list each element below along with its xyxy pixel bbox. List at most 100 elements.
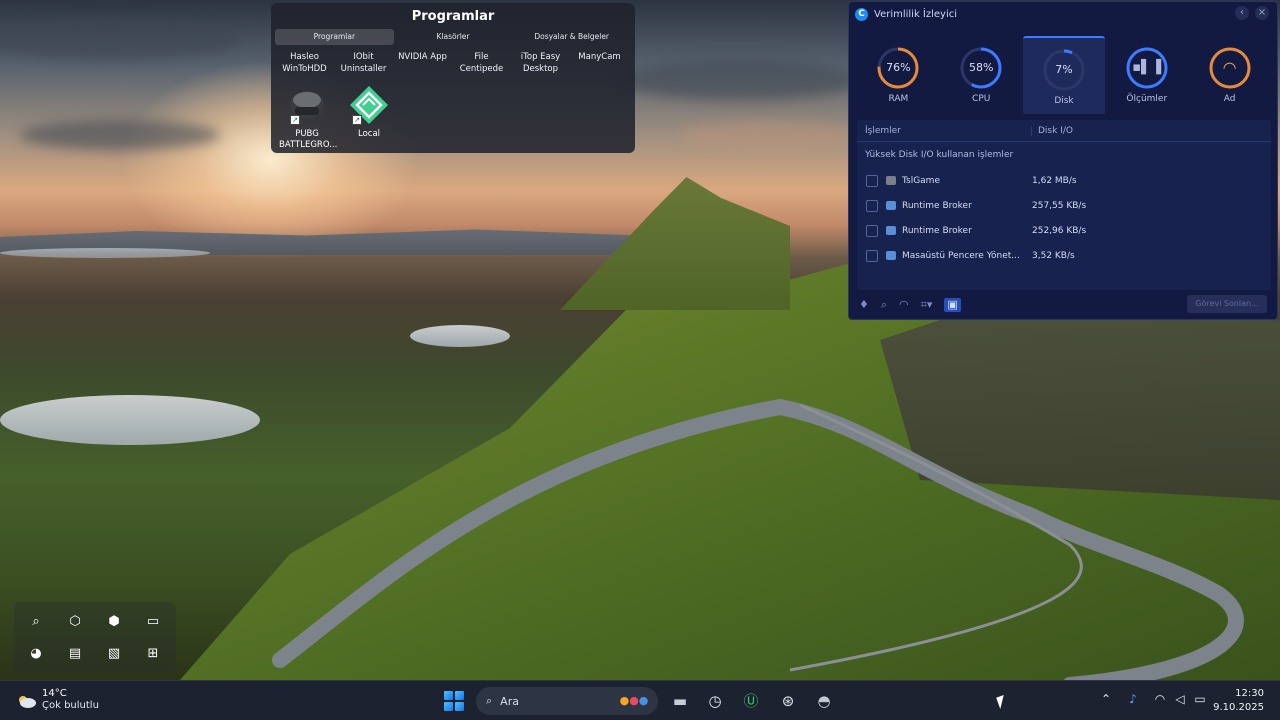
row-checkbox[interactable] bbox=[866, 199, 878, 212]
program-label: File bbox=[474, 52, 489, 62]
search-icon[interactable]: ⌕ bbox=[26, 612, 46, 632]
cloud bbox=[0, 20, 240, 60]
cpu-value: 58% bbox=[968, 61, 994, 74]
weather-widget[interactable]: 14°C Çok bulutlu bbox=[16, 688, 99, 712]
fence-tab-bar: Programlar Klasörler Dosyalar & Belgeler bbox=[275, 29, 631, 45]
ram-gauge: 76% bbox=[876, 46, 920, 90]
winding-road bbox=[272, 398, 1244, 680]
row-checkbox[interactable] bbox=[866, 174, 878, 187]
table-row[interactable]: Runtime Broker 252,96 KB/s bbox=[857, 218, 1271, 243]
crop-icon[interactable]: ⌗▾ bbox=[921, 298, 933, 312]
table-subtitle: Yüksek Disk I/O kullanan işlemler bbox=[865, 150, 1014, 160]
search-icon[interactable]: ⌕ bbox=[881, 298, 887, 312]
program-label: IObit bbox=[353, 52, 374, 62]
shortcut-label: PUBG bbox=[295, 129, 319, 139]
tab-cpu[interactable]: 58% CPU bbox=[940, 36, 1023, 114]
process-name: Masaüstü Pencere Yönet... bbox=[902, 250, 1020, 261]
table-header: İşlemler Disk I/O bbox=[857, 120, 1271, 142]
monitor-titlebar: C Verimlilik İzleyici bbox=[855, 6, 957, 22]
col-disk-io[interactable]: Disk I/O bbox=[1031, 125, 1091, 136]
tab-ad[interactable]: ◠ Ad bbox=[1188, 36, 1271, 114]
battery-icon[interactable]: ▭ bbox=[1192, 692, 1208, 706]
table-row[interactable]: TslGame 1,62 MB/s bbox=[857, 168, 1271, 193]
table-row[interactable]: Runtime Broker 257,55 KB/s bbox=[857, 193, 1271, 218]
disk-gauge: 7% bbox=[1042, 48, 1086, 92]
windows-grid-icon[interactable]: ⊞ bbox=[143, 644, 163, 664]
program-itop-easy-desktop[interactable]: iTop Easy Desktop bbox=[511, 51, 570, 75]
table-row[interactable]: Masaüstü Pencere Yönet... 3,52 KB/s bbox=[857, 243, 1271, 268]
clock-app-icon[interactable]: ◷ bbox=[703, 689, 727, 713]
shortcut-pubg[interactable]: ↗ PUBG BATTLEGRO... bbox=[279, 85, 337, 151]
pin-icon[interactable]: ♦ bbox=[859, 298, 869, 312]
folder-icon[interactable]: ▭ bbox=[143, 612, 163, 632]
cloud bbox=[620, 60, 860, 100]
chevron-up-icon[interactable]: ⌃ bbox=[1098, 692, 1114, 706]
process-name: TslGame bbox=[902, 175, 940, 186]
program-label: ManyCam bbox=[578, 52, 621, 62]
fence-title: Programlar bbox=[411, 9, 495, 24]
row-checkbox[interactable] bbox=[866, 249, 878, 262]
upwork-icon[interactable]: Ⓤ bbox=[739, 689, 763, 713]
lake bbox=[410, 325, 510, 347]
program-file-centipede[interactable]: File Centipede bbox=[452, 51, 511, 75]
clock[interactable]: 12:30 9.10.2025 bbox=[1213, 687, 1264, 715]
program-label: Centipede bbox=[459, 64, 504, 74]
image-icon[interactable]: ▧ bbox=[104, 644, 124, 664]
monitor-toolbar: ♦ ⌕ ◠ ⌗▾ ▣ bbox=[859, 298, 961, 312]
end-task-button[interactable]: Görevi Sonlan... bbox=[1187, 295, 1267, 313]
program-iobit-uninstaller[interactable]: IObit Uninstaller bbox=[334, 51, 393, 75]
program-label: NVIDIA App bbox=[398, 52, 447, 62]
tab-label: Ad bbox=[1223, 94, 1236, 104]
taskbar: 14°C Çok bulutlu ⌕ Ara ●●● ▬ ◷ Ⓤ ⊛ ◓ ⌃ ♪… bbox=[0, 680, 1280, 720]
weather-condition: Çok bulutlu bbox=[42, 700, 99, 711]
program-hasleo-wintohdd[interactable]: Hasleo WinToHDD bbox=[275, 51, 334, 75]
document-icon[interactable]: ▤ bbox=[65, 644, 85, 664]
lake bbox=[0, 395, 260, 445]
fence-program-list: Hasleo WinToHDD IObit Uninstaller NVIDIA A… bbox=[275, 51, 631, 75]
palette-icon[interactable]: ◕ bbox=[26, 644, 46, 664]
row-checkbox[interactable] bbox=[866, 224, 878, 237]
monitor-title: Verimlilik İzleyici bbox=[874, 8, 958, 20]
speed-icon[interactable]: ◠ bbox=[899, 298, 909, 312]
tab-files-documents[interactable]: Dosyalar & Belgeler bbox=[512, 29, 631, 45]
people-widget-icon[interactable]: ●●● bbox=[612, 689, 656, 713]
window-app-icon bbox=[886, 251, 896, 260]
cube-icon[interactable]: ⬡ bbox=[65, 612, 85, 632]
cloud bbox=[680, 120, 860, 150]
tab-folders[interactable]: Klasörler bbox=[394, 29, 513, 45]
steam-icon[interactable]: ⊛ bbox=[776, 689, 800, 713]
capture-icon[interactable]: ▣ bbox=[944, 298, 961, 312]
microphone-icon[interactable]: ♪ bbox=[1125, 692, 1141, 706]
col-processes[interactable]: İşlemler bbox=[865, 126, 1031, 136]
temperature: 14°C bbox=[42, 688, 67, 699]
window-app-icon bbox=[886, 226, 896, 235]
tab-disk[interactable]: 7% Disk bbox=[1022, 36, 1106, 114]
back-icon[interactable]: ‹ bbox=[1235, 6, 1249, 20]
windows-start-icon[interactable] bbox=[444, 691, 464, 711]
efficiency-monitor-window: C Verimlilik İzleyici ‹ × 76% RAM 58% CP… bbox=[848, 1, 1278, 320]
close-icon[interactable]: × bbox=[1255, 6, 1269, 20]
program-nvidia-app[interactable]: NVIDIA App bbox=[393, 51, 452, 75]
monitor-tab-bar: 76% RAM 58% CPU 7% Disk ▪▌▐ Ölçümler ◠ A… bbox=[857, 36, 1271, 114]
game-icon bbox=[886, 176, 896, 185]
ram-value: 76% bbox=[886, 61, 911, 74]
package-icon[interactable]: ⬢ bbox=[104, 612, 124, 632]
pubg-taskbar-icon[interactable]: ◓ bbox=[812, 689, 836, 713]
quick-launch-panel: ⌕ ⬡ ⬢ ▭ ◕ ▤ ▧ ⊞ bbox=[14, 602, 176, 672]
wifi-tray-icon[interactable]: ◠ bbox=[1152, 692, 1168, 706]
fence-shortcuts: ↗ PUBG BATTLEGRO... ↗ Local bbox=[279, 85, 397, 151]
tab-measurements[interactable]: ▪▌▐ Ölçümler bbox=[1105, 36, 1188, 114]
volume-icon[interactable]: ◁ bbox=[1172, 692, 1188, 706]
program-label: Hasleo bbox=[290, 52, 319, 62]
tab-ram[interactable]: 76% RAM bbox=[857, 36, 940, 114]
file-explorer-icon[interactable]: ▬ bbox=[668, 689, 692, 713]
tab-programs[interactable]: Programlar bbox=[275, 29, 394, 45]
program-manycam[interactable]: ManyCam bbox=[570, 51, 629, 75]
disk-io-value: 257,55 KB/s bbox=[1032, 200, 1087, 211]
date: 9.10.2025 bbox=[1213, 702, 1264, 713]
tab-label: Disk bbox=[1054, 96, 1074, 106]
program-label: Uninstaller bbox=[340, 64, 387, 74]
window-controls: ‹ × bbox=[1235, 6, 1269, 20]
shortcut-local[interactable]: ↗ Local bbox=[341, 85, 397, 151]
disk-io-value: 3,52 KB/s bbox=[1032, 250, 1075, 261]
